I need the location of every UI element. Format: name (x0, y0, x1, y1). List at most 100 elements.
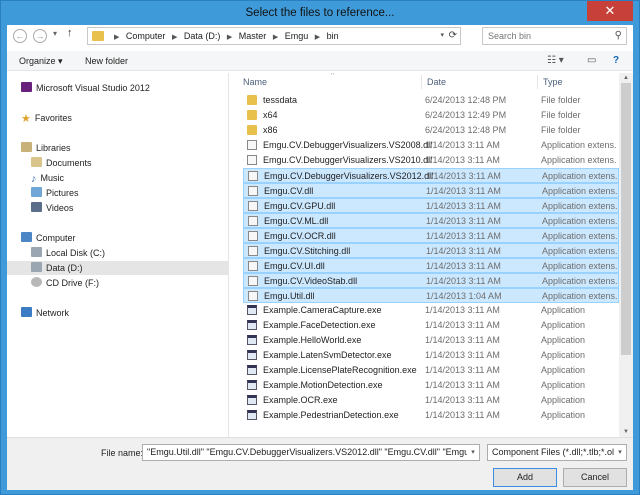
file-row[interactable]: x86 6/24/2013 12:48 PM File folder (243, 123, 619, 138)
search-input[interactable] (483, 28, 603, 44)
file-row[interactable]: Emgu.CV.Stitching.dll 1/14/2013 3:11 AM Ap… (243, 243, 619, 258)
nav-item-videos[interactable]: Videos (31, 201, 73, 215)
documents-icon (31, 157, 42, 167)
dialog-title: Select the files to reference... (245, 7, 395, 19)
file-type: Application extens... (541, 140, 617, 150)
vertical-scrollbar[interactable]: ▲ ▼ (619, 73, 633, 437)
breadcrumb-bin[interactable]: bin (327, 31, 339, 41)
close-button[interactable]: ✕ (587, 1, 633, 21)
scroll-up-icon[interactable]: ▲ (619, 73, 633, 83)
new-folder-button[interactable]: New folder (85, 54, 128, 68)
file-row[interactable]: Emgu.CV.ML.dll 1/14/2013 3:11 AM Applicati… (243, 213, 619, 228)
music-icon: ♪ (31, 173, 37, 185)
file-type: Application (541, 395, 586, 405)
file-row[interactable]: Emgu.CV.DebuggerVisualizers.VS2010.dll 1/… (243, 153, 619, 168)
nav-item-local-disk[interactable]: Local Disk (C:) (31, 246, 105, 260)
file-row[interactable]: Example.PedestrianDetection.exe 1/14/2013… (243, 408, 619, 423)
breadcrumb-data[interactable]: Data (D:) (184, 31, 221, 41)
breadcrumb-emgu[interactable]: Emgu (285, 31, 309, 41)
nav-item-network[interactable]: Network (21, 306, 69, 320)
file-row[interactable]: Emgu.CV.OCR.dll 1/14/2013 3:11 AM Applicat… (243, 228, 619, 243)
file-row[interactable]: Emgu.CV.GPU.dll 1/14/2013 3:11 AM Applicat… (243, 198, 619, 213)
nav-item-documents[interactable]: Documents (31, 156, 92, 170)
file-date: 1/14/2013 3:11 AM (426, 246, 501, 256)
file-row[interactable]: Emgu.Util.dll 1/14/2013 1:04 AM Applicatio… (243, 288, 619, 303)
file-type: Application extens... (542, 276, 618, 286)
visual-studio-icon (21, 82, 32, 92)
videos-icon (31, 202, 42, 212)
file-row[interactable]: Emgu.CV.UI.dll 1/14/2013 3:11 AM Applicati… (243, 258, 619, 273)
dll-file-icon (248, 261, 258, 271)
organize-button[interactable]: Organize ▾ (19, 54, 63, 68)
file-row[interactable]: Emgu.CV.VideoStab.dll 1/14/2013 3:11 AM Ap… (243, 273, 619, 288)
file-row[interactable]: Emgu.CV.DebuggerVisualizers.VS2008.dll 1/… (243, 138, 619, 153)
file-row[interactable]: tessdata 6/24/2013 12:48 PM File folder (243, 93, 619, 108)
file-row[interactable]: Example.HelloWorld.exe 1/14/2013 3:11 AM A… (243, 333, 619, 348)
file-name: Example.PedestrianDetection.exe (263, 410, 399, 420)
scroll-down-icon[interactable]: ▼ (619, 427, 633, 437)
chevron-right-icon[interactable]: ▶ (315, 34, 320, 41)
file-row[interactable]: Example.LicensePlateRecognition.exe 1/14/… (243, 363, 619, 378)
file-type-filter[interactable]: Component Files (*.dll;*.tlb;*.ol ▾ (487, 444, 627, 461)
nav-item-visual-studio[interactable]: Microsoft Visual Studio 2012 (21, 81, 150, 95)
column-divider[interactable] (421, 75, 422, 89)
file-name: Example.FaceDetection.exe (263, 320, 376, 330)
file-row[interactable]: Example.CameraCapture.exe 1/14/2013 3:11 … (243, 303, 619, 318)
dialog-client: ← → ▾ ↑ ▶ Computer ▶ Data (D:) ▶ Master … (7, 25, 633, 490)
address-dropdown-icon[interactable]: ▾ (440, 28, 444, 44)
nav-item-cd-drive[interactable]: CD Drive (F:) (31, 276, 99, 290)
up-arrow-icon[interactable]: ↑ (67, 27, 73, 39)
file-date: 1/14/2013 3:11 AM (425, 365, 500, 375)
file-row[interactable]: Example.OCR.exe 1/14/2013 3:11 AM Applicat… (243, 393, 619, 408)
file-row[interactable]: Example.LatenSvmDetector.exe 1/14/2013 3:… (243, 348, 619, 363)
file-row[interactable]: Emgu.CV.dll 1/14/2013 3:11 AM Application … (243, 183, 619, 198)
search-icon[interactable]: ⚲ (615, 30, 622, 41)
file-row[interactable]: x64 6/24/2013 12:49 PM File folder (243, 108, 619, 123)
file-date: 1/14/2013 3:11 AM (425, 140, 500, 150)
nav-item-computer[interactable]: Computer (21, 231, 76, 245)
add-button[interactable]: Add (493, 468, 557, 487)
nav-item-libraries[interactable]: Libraries (21, 141, 71, 155)
nav-item-pictures[interactable]: Pictures (31, 186, 79, 200)
file-row[interactable]: Example.MotionDetection.exe 1/14/2013 3:1… (243, 378, 619, 393)
nav-item-music[interactable]: ♪ Music (31, 171, 64, 185)
file-date: 1/14/2013 3:11 AM (426, 201, 501, 211)
exe-file-icon (247, 350, 257, 360)
cancel-button[interactable]: Cancel (563, 468, 627, 487)
file-date: 1/14/2013 3:11 AM (426, 276, 501, 286)
back-icon[interactable]: ← (13, 29, 27, 43)
chevron-right-icon[interactable]: ▶ (172, 34, 177, 41)
file-name-input[interactable]: "Emgu.Util.dll" "Emgu.CV.DebuggerVisuali… (142, 444, 480, 461)
nav-item-favorites[interactable]: ★ Favorites (21, 111, 72, 125)
refresh-icon[interactable]: ⟳ (449, 28, 457, 44)
column-header-type[interactable]: Type (543, 73, 563, 91)
chevron-right-icon[interactable]: ▶ (273, 34, 278, 41)
scrollbar-thumb[interactable] (621, 83, 631, 355)
column-header-name[interactable]: Name (243, 73, 267, 91)
file-name-label: File name: (101, 448, 144, 458)
chevron-down-icon[interactable]: ▾ (614, 445, 626, 460)
forward-icon[interactable]: → (33, 29, 47, 43)
file-row[interactable]: Example.FaceDetection.exe 1/14/2013 3:11 … (243, 318, 619, 333)
dll-file-icon (248, 186, 258, 196)
search-box[interactable]: ⚲ (482, 27, 627, 45)
drive-icon (31, 262, 42, 272)
address-bar[interactable]: ▶ Computer ▶ Data (D:) ▶ Master ▶ Emgu ▶… (87, 27, 461, 45)
file-date: 1/14/2013 1:04 AM (426, 291, 502, 301)
help-icon[interactable]: ? (613, 54, 619, 68)
breadcrumb-computer[interactable]: Computer (126, 31, 166, 41)
breadcrumb-master[interactable]: Master (239, 31, 267, 41)
nav-item-data-drive[interactable]: Data (D:) (7, 261, 229, 275)
column-header-date[interactable]: Date (427, 73, 446, 91)
preview-pane-icon[interactable]: ▭ (587, 54, 596, 68)
view-options-icon[interactable]: ☷ ▾ (547, 54, 564, 68)
chevron-down-icon[interactable]: ▾ (467, 445, 479, 460)
file-name: Example.LicensePlateRecognition.exe (263, 365, 417, 375)
recent-dropdown-icon[interactable]: ▾ (53, 29, 57, 38)
chevron-right-icon[interactable]: ▶ (227, 34, 232, 41)
file-name: Emgu.CV.DebuggerVisualizers.VS2012.dll (264, 171, 434, 181)
column-divider[interactable] (537, 75, 538, 89)
star-icon: ★ (21, 113, 31, 125)
exe-file-icon (247, 305, 257, 315)
file-row[interactable]: Emgu.CV.DebuggerVisualizers.VS2012.dll 1/… (243, 168, 619, 183)
